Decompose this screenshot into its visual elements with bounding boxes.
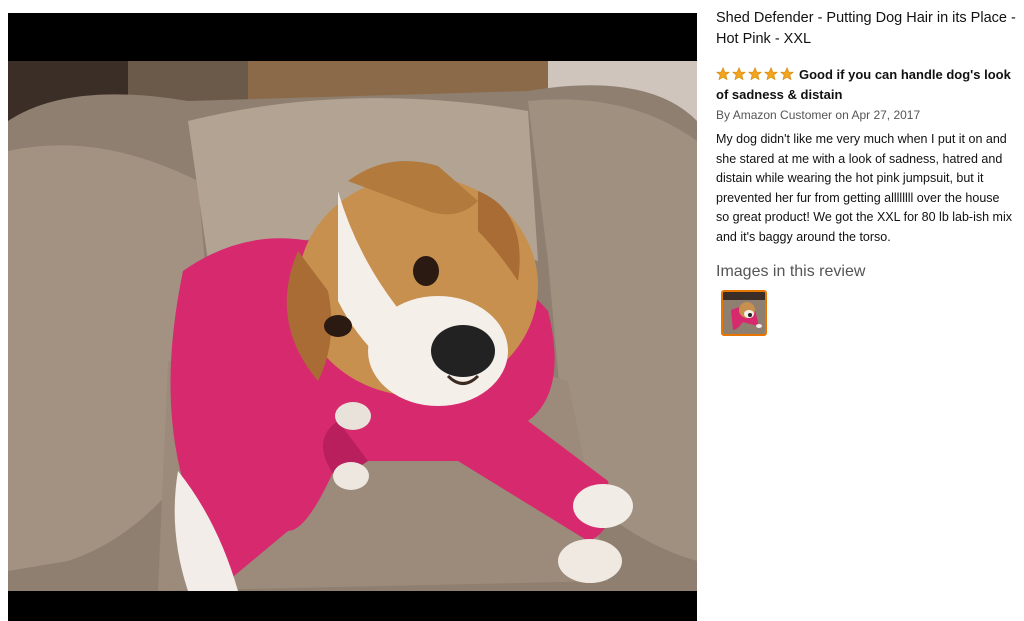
star-rating [716,67,796,81]
image-viewer [8,13,697,621]
review-header: Good if you can handle dog's look of sad… [716,65,1016,105]
review-byline: By Amazon Customer on Apr 27, 2017 [716,107,1016,123]
star-icons [716,67,794,81]
review-body: My dog didn't like me very much when I p… [716,132,1012,244]
review-panel: Shed Defender - Putting Dog Hair in its … [716,8,1016,336]
images-section-heading: Images in this review [716,263,866,280]
review-image-thumbnail[interactable] [721,290,767,336]
star-icon [780,67,794,81]
review-photo [8,61,697,591]
date-prefix: on [835,108,849,122]
star-icon [764,67,778,81]
star-icon [732,67,746,81]
star-icon [748,67,762,81]
product-title[interactable]: Shed Defender - Putting Dog Hair in its … [716,8,1016,50]
review-author: Amazon Customer [732,108,833,122]
star-icon [716,67,730,81]
byline-prefix: By [716,108,731,122]
review-date: Apr 27, 2017 [851,108,921,122]
